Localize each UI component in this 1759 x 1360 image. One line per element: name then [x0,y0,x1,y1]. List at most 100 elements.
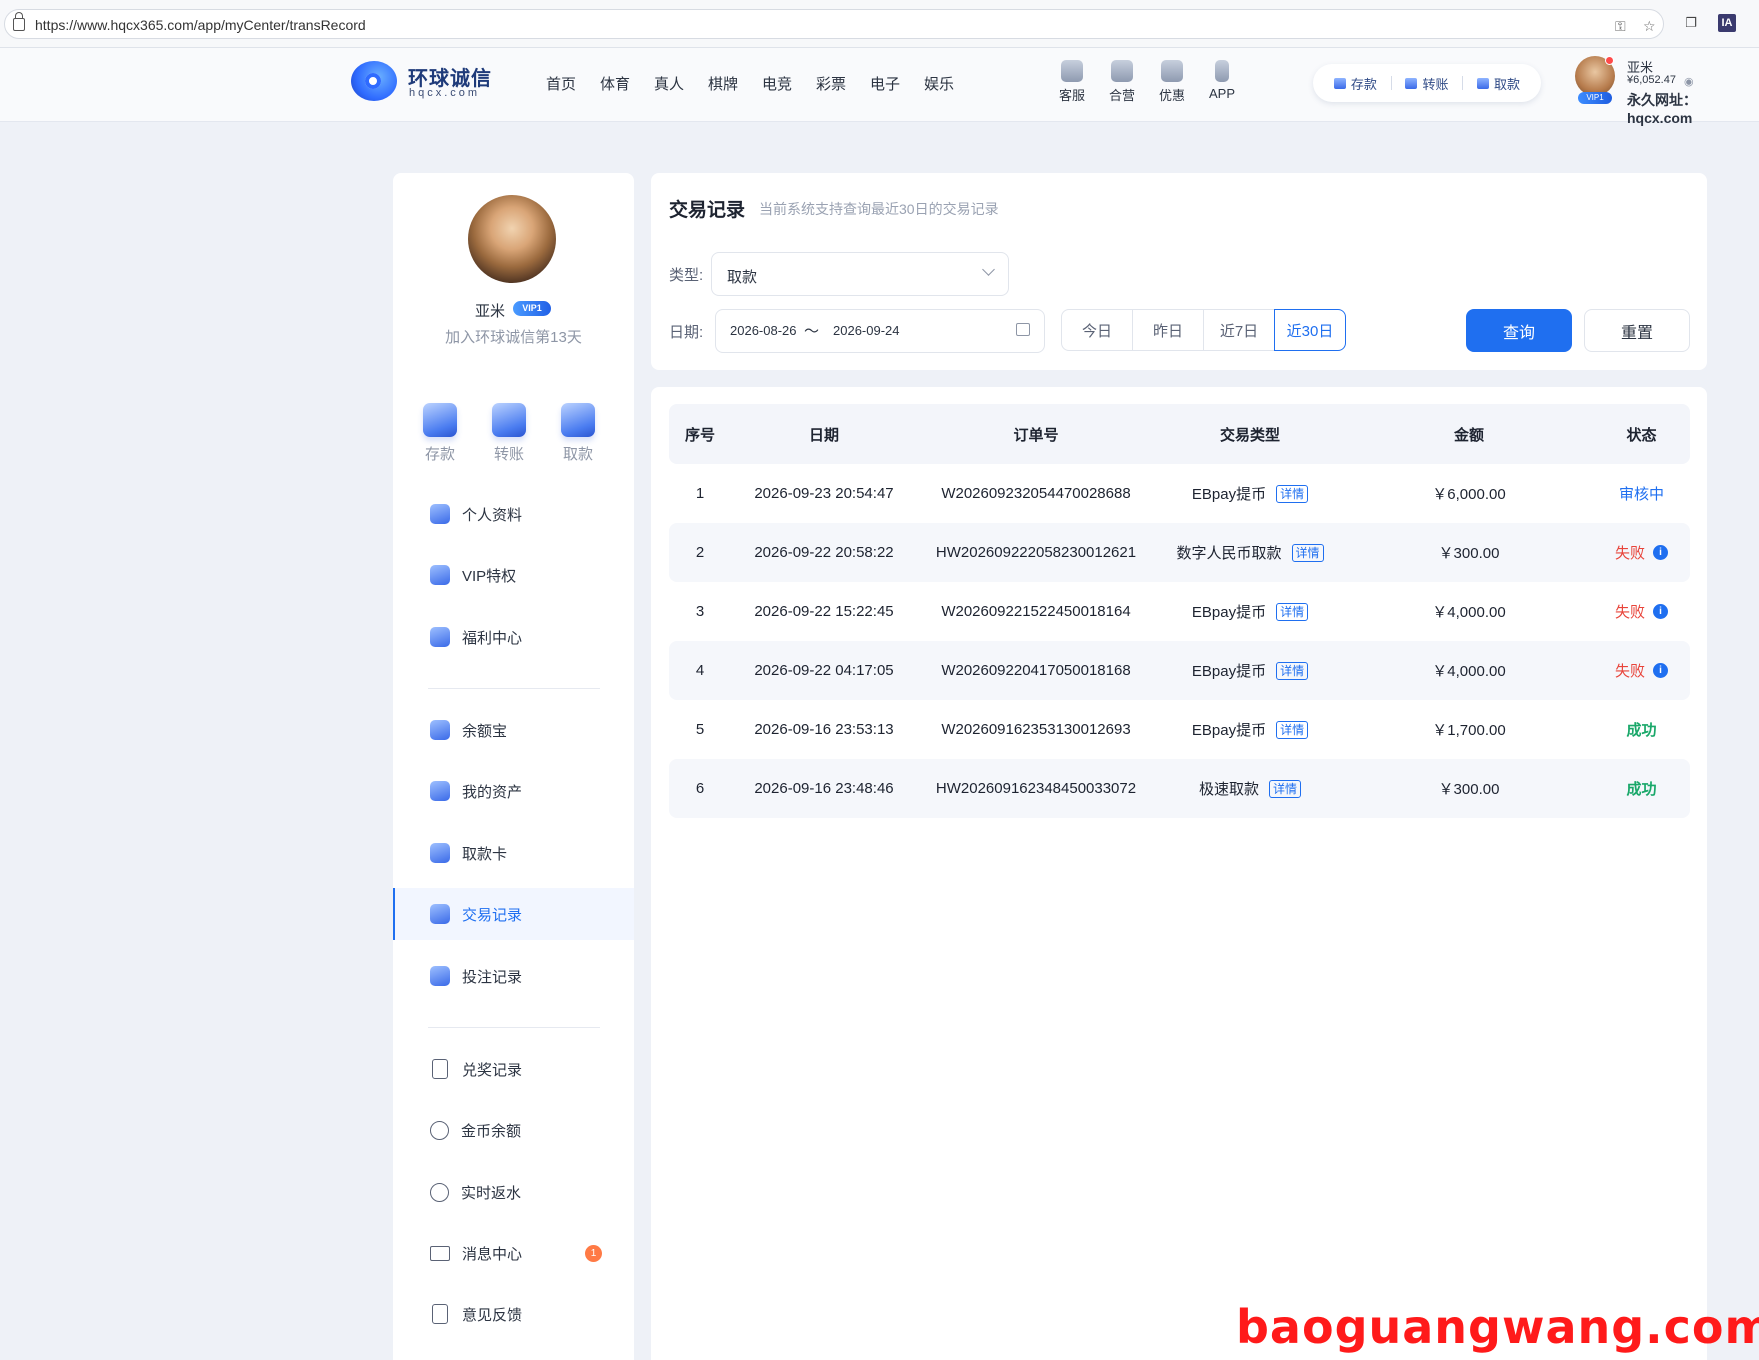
detail-link[interactable]: 详情 [1276,602,1309,621]
collections-icon[interactable]: ❐ [1682,14,1700,32]
eye-icon[interactable]: ◉ [1684,75,1694,88]
cell-date: 2026-09-22 04:17:05 [754,662,894,679]
cell-date: 2026-09-22 20:58:22 [754,544,894,561]
address-bar[interactable]: https://www.hqcx365.com/app/myCenter/tra… [4,9,1664,39]
sidebar-item-welfare[interactable]: 福利中心 [393,611,634,663]
table-row: 5 2026-09-16 23:53:13 W2026091623531300126… [669,700,1690,759]
query-button[interactable]: 查询 [1466,309,1572,352]
page-subtitle: 当前系统支持查询最近30日的交易记录 [759,201,999,217]
bank-card-icon [430,843,450,863]
sidebar-item-profile[interactable]: 个人资料 [393,488,634,540]
header-status: 状态 [1626,426,1657,444]
menu-divider [428,1027,600,1028]
notification-dot [1605,56,1614,65]
header-vip-badge: VIP1 [1578,92,1612,104]
range-today-button[interactable]: 今日 [1061,309,1133,351]
sidebar-transfer-button[interactable]: 转账 [479,403,539,464]
crown-icon [430,565,450,585]
sidebar-item-feedback[interactable]: 意见反馈 [393,1288,634,1340]
sidebar-item-assets[interactable]: 我的资产 [393,765,634,817]
range-30days-button[interactable]: 近30日 [1274,309,1346,351]
sidebar-item-redeem[interactable]: 兑奖记录 [393,1043,634,1095]
date-range-picker[interactable]: 2026-08-26 〜 2026-09-24 [715,309,1045,353]
detail-link[interactable]: 详情 [1276,484,1309,503]
reset-button[interactable]: 重置 [1584,309,1690,352]
cell-status: 成功 [1593,778,1690,799]
joined-days: 加入环球诚信第13天 [445,329,582,346]
phone-icon [1215,60,1229,82]
info-icon[interactable]: i [1653,545,1668,560]
sidebar-item-transactions[interactable]: 交易记录 [393,888,634,940]
sidebar-item-rebate[interactable]: 实时返水 [393,1166,634,1218]
withdraw-icon [561,403,595,437]
nav-lottery[interactable]: 彩票 [804,73,858,94]
detail-link[interactable]: 详情 [1276,661,1309,680]
key-icon[interactable]: ⚿ [1615,18,1626,35]
profile-avatar[interactable] [468,195,556,283]
quick-partner[interactable]: 合营 [1097,60,1147,105]
header-balance: ¥6,052.47 [1627,74,1676,86]
pill-withdraw[interactable]: 取款 [1477,74,1520,93]
logo-domain: hqcx.com [409,87,481,99]
permanent-url: 永久网址：hqcx.com [1627,92,1697,126]
sidebar-item-bets[interactable]: 投注记录 [393,950,634,1002]
main-nav: 首页 体育 真人 棋牌 电竞 彩票 电子 娱乐 [534,73,966,94]
watermark-text: baoguangwang.com [1236,1300,1759,1354]
cell-status: 失败 i [1593,660,1690,681]
logo-icon[interactable] [351,61,397,101]
nav-entertainment[interactable]: 娱乐 [912,73,966,94]
quick-support[interactable]: 客服 [1047,60,1097,105]
header-order: 订单号 [1013,426,1059,444]
sidebar-deposit-button[interactable]: 存款 [410,403,470,464]
pill-deposit[interactable]: 存款 [1333,74,1377,93]
cell-type: EBpay提币 详情 [1155,660,1345,681]
header-no: 序号 [684,426,715,444]
cell-amount: ￥4,000.00 [1432,604,1506,621]
nav-home[interactable]: 首页 [534,73,588,94]
sidebar-withdraw-button[interactable]: 取款 [548,403,608,464]
promo-icon [1161,60,1183,82]
cell-type: 数字人民币取款 详情 [1155,542,1345,563]
info-icon[interactable]: i [1653,663,1668,678]
ia-extension-icon[interactable]: IA [1718,14,1736,32]
sidebar-item-bank-card[interactable]: 取款卡 [393,827,634,879]
status-badge: 失败 i [1615,542,1668,563]
sidebar-item-messages[interactable]: 消息中心 1 [393,1227,634,1279]
table-row: 3 2026-09-22 15:22:45 W2026092215224500181… [669,582,1690,641]
nav-slots[interactable]: 电子 [858,73,912,94]
pill-transfer[interactable]: 转账 [1405,74,1448,93]
cell-date: 2026-09-23 20:54:47 [754,485,894,502]
detail-link[interactable]: 详情 [1269,779,1302,798]
date-label: 日期: [669,324,704,341]
detail-link[interactable]: 详情 [1291,543,1324,562]
sidebar-item-yuebao[interactable]: 余额宝 [393,704,634,756]
nav-sports[interactable]: 体育 [588,73,642,94]
id-card-icon [430,504,450,524]
nav-esports[interactable]: 电竞 [750,73,804,94]
cell-type: EBpay提币 详情 [1155,601,1345,622]
range-yesterday-button[interactable]: 昨日 [1132,309,1204,351]
range-7days-button[interactable]: 近7日 [1203,309,1275,351]
quick-app[interactable]: APP [1197,60,1247,103]
fund-pill: 存款 转账 取款 [1313,64,1541,102]
star-icon[interactable]: ☆ [1643,18,1656,35]
nav-cards[interactable]: 棋牌 [696,73,750,94]
detail-link[interactable]: 详情 [1276,720,1309,739]
menu-divider [428,688,600,689]
chevron-down-icon [982,263,995,276]
cell-order: W2026092204170500181​68 [941,662,1131,679]
transfer-icon [492,403,526,437]
sidebar-item-vip[interactable]: VIP特权 [393,549,634,601]
cell-no: 5 [695,721,705,738]
calendar-icon [1016,323,1030,336]
table-header: 序号 日期 订单号 交易类型 金额 状态 [669,404,1690,464]
table-row: 1 2026-09-23 20:54:47 W2026092320544700286… [669,464,1690,523]
info-icon[interactable]: i [1653,604,1668,619]
nav-live[interactable]: 真人 [642,73,696,94]
withdraw-icon [1477,77,1490,89]
pill-divider [1462,76,1464,90]
cell-amount: ￥300.00 [1438,545,1500,562]
quick-promo[interactable]: 优惠 [1147,60,1197,105]
type-select[interactable]: 取款 [711,252,1009,296]
sidebar-item-coins[interactable]: 金币余额 [393,1104,634,1156]
